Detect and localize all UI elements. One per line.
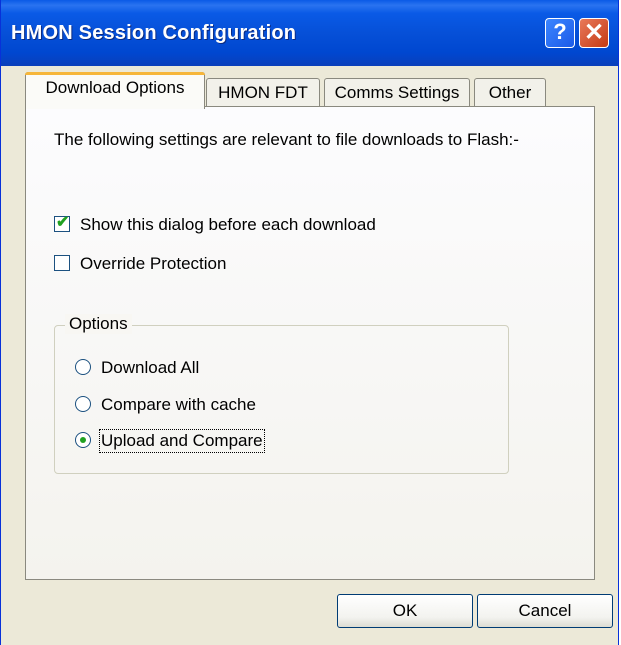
cancel-button[interactable]: Cancel bbox=[477, 594, 613, 628]
upload-compare-label[interactable]: Upload and Compare bbox=[99, 429, 265, 453]
options-group: Options Download All Compare with cache … bbox=[54, 314, 509, 474]
compare-cache-label[interactable]: Compare with cache bbox=[101, 395, 256, 415]
show-dialog-label[interactable]: Show this dialog before each download bbox=[80, 215, 376, 235]
help-button[interactable]: ? bbox=[545, 18, 575, 48]
tab-other[interactable]: Other bbox=[474, 78, 546, 108]
close-button[interactable]: ✕ bbox=[579, 18, 609, 48]
override-protection-label[interactable]: Override Protection bbox=[80, 254, 226, 274]
tab-comms-settings[interactable]: Comms Settings bbox=[324, 78, 470, 108]
override-protection-checkbox[interactable] bbox=[54, 255, 70, 271]
show-dialog-checkbox[interactable]: ✔ bbox=[54, 214, 70, 232]
close-icon: ✕ bbox=[583, 19, 605, 46]
options-group-legend: Options bbox=[65, 314, 132, 334]
tab-hmon-fdt[interactable]: HMON FDT bbox=[206, 78, 320, 108]
radio-selected-dot bbox=[80, 437, 86, 443]
dialog-window: HMON Session Configuration ? ✕ Download … bbox=[0, 0, 619, 645]
download-options-panel: The following settings are relevant to f… bbox=[25, 106, 595, 580]
upload-compare-radio[interactable] bbox=[75, 432, 91, 448]
checkmark-icon: ✔ bbox=[56, 214, 70, 231]
tab-download-options[interactable]: Download Options bbox=[25, 72, 205, 109]
help-icon: ? bbox=[553, 19, 567, 44]
intro-text: The following settings are relevant to f… bbox=[54, 130, 519, 149]
download-all-label[interactable]: Download All bbox=[101, 358, 199, 378]
download-all-radio[interactable] bbox=[75, 359, 91, 375]
ok-button[interactable]: OK bbox=[337, 594, 473, 628]
title-bar[interactable]: HMON Session Configuration ? ✕ bbox=[1, 0, 618, 66]
compare-cache-radio[interactable] bbox=[75, 396, 91, 412]
window-title: HMON Session Configuration bbox=[11, 22, 297, 44]
